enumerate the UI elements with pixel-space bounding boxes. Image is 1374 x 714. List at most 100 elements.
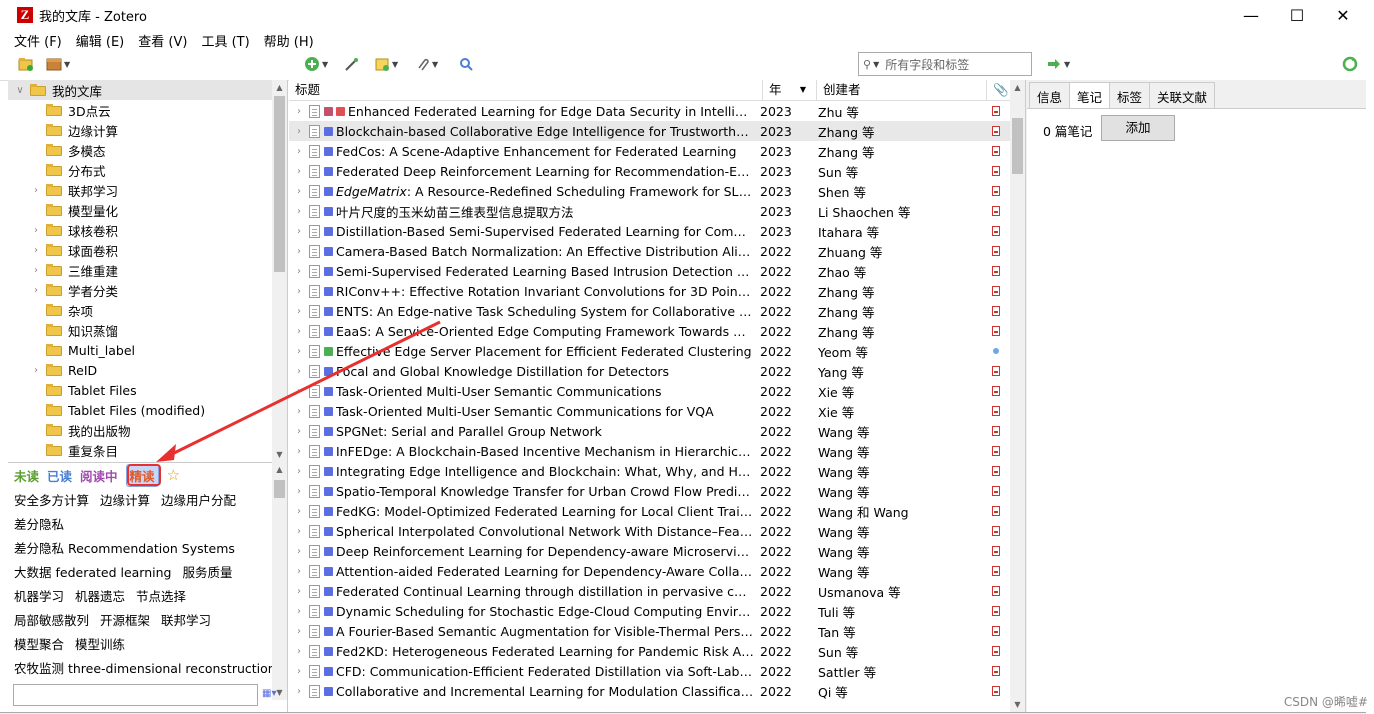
attachment-cell[interactable] [986, 446, 1006, 456]
new-collection-button[interactable] [18, 56, 34, 72]
item-row[interactable]: › Dynamic Scheduling for Stochastic Edge-… [289, 601, 1025, 621]
expand-chevron-icon[interactable]: › [289, 606, 309, 617]
tag-item[interactable]: 机器遗忘 [75, 586, 125, 605]
attachment-cell[interactable] [986, 646, 1006, 656]
attachment-cell[interactable] [986, 426, 1006, 436]
scroll-up-icon[interactable]: ▲ [1010, 80, 1025, 95]
attachment-cell[interactable] [986, 666, 1006, 676]
expand-chevron-icon[interactable]: › [289, 206, 309, 217]
collection-item[interactable]: › 三维重建 [8, 260, 272, 280]
attachment-cell[interactable] [986, 466, 1006, 476]
menu-item[interactable]: 查看 (V) [138, 31, 187, 50]
locate-button[interactable]: ▼ [1046, 56, 1070, 72]
item-row[interactable]: › Task-Oriented Multi-User Semantic Commu… [289, 381, 1025, 401]
maximize-icon[interactable]: ☐ [1274, 0, 1320, 30]
expand-chevron-icon[interactable]: › [30, 265, 42, 276]
new-item-button[interactable]: ▼ [304, 56, 328, 72]
item-row[interactable]: › Blockchain-based Collaborative Edge Int… [289, 121, 1025, 141]
expand-chevron-icon[interactable]: › [289, 166, 309, 177]
item-tab[interactable]: 关联文献 [1149, 82, 1216, 110]
item-row[interactable]: › 叶片尺度的玉米幼苗三维表型信息提取方法 2023 Li Shaochen 等 [289, 201, 1025, 221]
expand-chevron-icon[interactable]: › [30, 245, 42, 256]
item-row[interactable]: › Camera-Based Batch Normalization: An Ef… [289, 241, 1025, 261]
attachment-cell[interactable] [986, 106, 1006, 116]
collection-scrollbar[interactable]: ▲ ▼ [272, 80, 287, 462]
items-scrollbar[interactable]: ▲ ▼ [1010, 80, 1025, 712]
scroll-up-icon[interactable]: ▲ [272, 80, 287, 95]
attachment-cell[interactable] [986, 406, 1006, 416]
item-row[interactable]: › Fed2KD: Heterogeneous Federated Learnin… [289, 641, 1025, 661]
tag-item[interactable]: 安全多方计算 [14, 490, 89, 509]
expand-chevron-icon[interactable]: › [289, 426, 309, 437]
expand-chevron-icon[interactable]: › [289, 106, 309, 117]
collection-item[interactable]: 分布式 [8, 160, 272, 180]
item-row[interactable]: › Spherical Interpolated Convolutional Ne… [289, 521, 1025, 541]
item-row[interactable]: › Attention-aided Federated Learning for … [289, 561, 1025, 581]
tag-item[interactable]: 服务质量 [182, 562, 232, 581]
collection-item[interactable]: › 球面卷积 [8, 240, 272, 260]
expand-chevron-icon[interactable]: › [289, 506, 309, 517]
minimize-icon[interactable]: — [1228, 0, 1274, 30]
collection-item[interactable]: 多模态 [8, 140, 272, 160]
expand-chevron-icon[interactable]: › [289, 626, 309, 637]
attachment-cell[interactable] [986, 506, 1006, 516]
advanced-search-button[interactable] [458, 56, 474, 72]
expand-chevron-icon[interactable]: › [289, 286, 309, 297]
expand-chevron-icon[interactable]: › [289, 686, 309, 697]
expand-chevron-icon[interactable]: › [289, 226, 309, 237]
item-row[interactable]: › CFD: Communication-Efficient Federated … [289, 661, 1025, 681]
expand-chevron-icon[interactable]: › [30, 185, 42, 196]
expand-chevron-icon[interactable]: › [289, 186, 309, 197]
attachment-cell[interactable] [986, 286, 1006, 296]
item-row[interactable]: › A Fourier-Based Semantic Augmentation f… [289, 621, 1025, 641]
item-row[interactable]: › EaaS: A Service-Oriented Edge Computing… [289, 321, 1025, 341]
attachment-cell[interactable] [986, 186, 1006, 196]
expand-chevron-icon[interactable]: › [30, 285, 42, 296]
expand-chevron-icon[interactable]: › [289, 266, 309, 277]
tag-scrollbar[interactable]: ▲ ▼ [272, 462, 287, 700]
tag-item[interactable]: 联邦学习 [161, 610, 211, 629]
sync-button[interactable] [1342, 56, 1358, 72]
tag-item[interactable]: 大数据 federated learning [14, 562, 171, 581]
tag-item[interactable]: 模型聚合 [14, 634, 64, 653]
expand-chevron-icon[interactable]: › [30, 225, 42, 236]
attachment-cell[interactable] [986, 486, 1006, 496]
attachment-column-icon[interactable]: 📎 [987, 80, 1009, 100]
collection-item[interactable]: 杂项 [8, 300, 272, 320]
attachment-cell[interactable] [986, 306, 1006, 316]
add-by-identifier-button[interactable] [344, 56, 360, 72]
item-row[interactable]: › InFEDge: A Blockchain-Based Incentive M… [289, 441, 1025, 461]
expand-chevron-icon[interactable]: › [289, 666, 309, 677]
tag-item[interactable]: 节点选择 [136, 586, 186, 605]
scroll-down-icon[interactable]: ▼ [272, 447, 287, 462]
item-row[interactable]: › SPGNet: Serial and Parallel Group Netwo… [289, 421, 1025, 441]
collection-item[interactable]: 重复条目 [8, 440, 272, 460]
expand-chevron-icon[interactable]: › [289, 366, 309, 377]
attachment-cell[interactable] [986, 546, 1006, 556]
collection-item[interactable]: ∨ 我的文库 [8, 80, 272, 100]
expand-chevron-icon[interactable]: › [289, 246, 309, 257]
search-mode-chevron-icon[interactable]: ▼ [873, 60, 879, 69]
collection-item[interactable]: 边缘计算 [8, 120, 272, 140]
collection-item[interactable]: 3D点云 [8, 100, 272, 120]
scroll-thumb[interactable] [274, 480, 285, 498]
tag-filter-input[interactable] [13, 684, 258, 706]
expand-chevron-icon[interactable]: › [289, 446, 309, 457]
item-row[interactable]: › Semi-Supervised Federated Learning Base… [289, 261, 1025, 281]
colored-tag[interactable]: 未读 [14, 466, 39, 485]
item-row[interactable]: › FedCos: A Scene-Adaptive Enhancement fo… [289, 141, 1025, 161]
attachment-cell[interactable] [986, 386, 1006, 396]
attachment-cell[interactable] [986, 526, 1006, 536]
search-input[interactable]: 所有字段和标签 [885, 56, 969, 73]
expand-chevron-icon[interactable]: › [289, 346, 309, 357]
item-tab[interactable]: 信息 [1029, 82, 1071, 110]
attachment-cell[interactable] [986, 266, 1006, 276]
collection-item[interactable]: 知识蒸馏 [8, 320, 272, 340]
collection-item[interactable]: › 学者分类 [8, 280, 272, 300]
expand-chevron-icon[interactable]: › [289, 386, 309, 397]
item-row[interactable]: › RIConv++: Effective Rotation Invariant … [289, 281, 1025, 301]
expand-chevron-icon[interactable]: › [289, 566, 309, 577]
item-row[interactable]: › Integrating Edge Intelligence and Block… [289, 461, 1025, 481]
tag-item[interactable]: 边缘计算 [100, 490, 150, 509]
item-tab[interactable]: 笔记 [1069, 82, 1111, 110]
